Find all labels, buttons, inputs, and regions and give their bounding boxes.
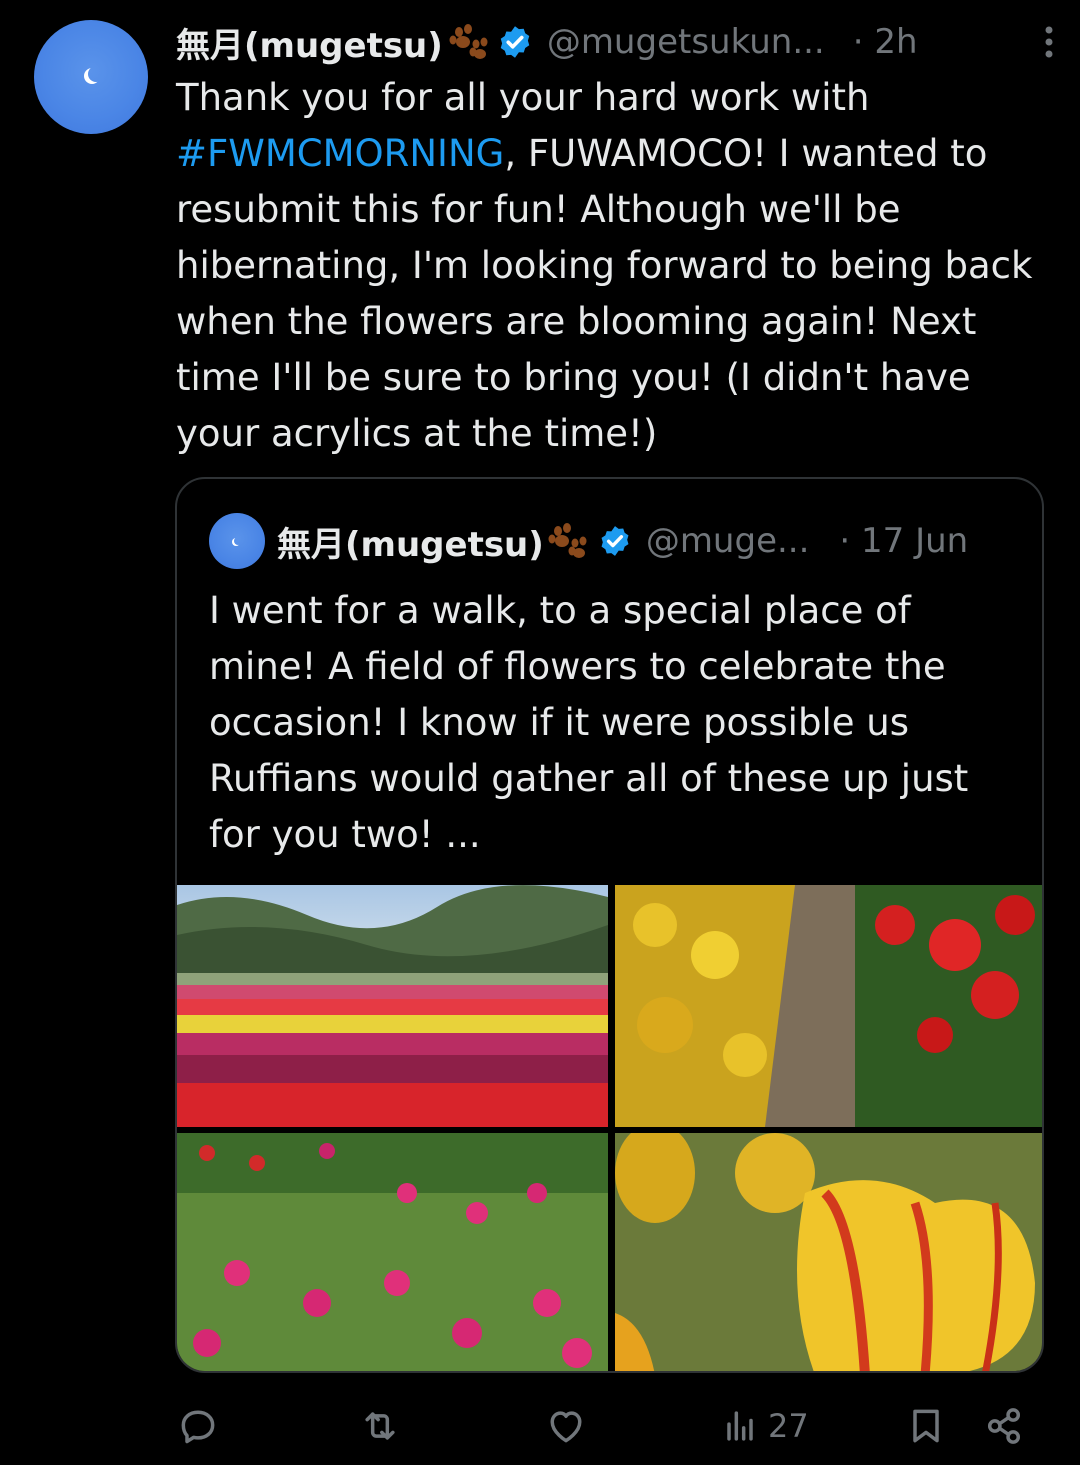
- quote-time: · 17 Jun: [839, 521, 969, 561]
- author-name[interactable]: 無月(mugetsu): [176, 18, 443, 67]
- reply-icon: [181, 1410, 215, 1444]
- paw-emoji-icon: [548, 523, 587, 558]
- quote-author-name: 無月(mugetsu): [277, 524, 544, 565]
- bookmark-icon: [913, 1409, 939, 1443]
- yellow-red-tulips-photo[interactable]: [615, 885, 1044, 1127]
- moon-icon: [234, 537, 242, 545]
- verified-badge-icon: [500, 26, 530, 58]
- tulip-field-landscape-photo[interactable]: [177, 885, 608, 1127]
- more-icon[interactable]: [1042, 24, 1056, 60]
- quote-avatar: [209, 513, 265, 569]
- action-bar: 27: [176, 1398, 1056, 1454]
- quote-text: I went for a walk, to a special place of…: [209, 589, 969, 856]
- paw-emoji-icon: [449, 24, 488, 59]
- quote-author-handle: @muge...: [645, 521, 810, 561]
- bookmark-button[interactable]: [904, 1404, 948, 1448]
- tweet-time[interactable]: · 2h: [853, 22, 918, 62]
- retweet-button[interactable]: [358, 1404, 402, 1448]
- tweet-text-part: Thank you for all your hard work with: [176, 76, 870, 119]
- author-handle[interactable]: @mugetsukun...: [547, 22, 825, 62]
- moon-icon: [88, 66, 104, 82]
- retweet-icon: [365, 1412, 395, 1440]
- quote-header: 無月(mugetsu) @muge... · 17 Jun: [209, 513, 1012, 569]
- tweet-text: Thank you for all your hard work with #F…: [176, 70, 1056, 462]
- tweet-header: 無月(mugetsu) @mugetsukun... · 2h: [176, 18, 1056, 66]
- quoted-tweet[interactable]: 無月(mugetsu) @muge... · 17 Jun I went for…: [175, 477, 1044, 1373]
- views-count: 27: [768, 1407, 809, 1445]
- share-icon: [987, 1408, 1021, 1444]
- share-button[interactable]: [982, 1404, 1026, 1448]
- tulip-closeup-photo[interactable]: [615, 1133, 1044, 1373]
- media-grid: [177, 885, 1044, 1373]
- hashtag-link[interactable]: #FWMCMORNING: [176, 132, 504, 175]
- views-icon: [727, 1411, 753, 1441]
- pink-tulips-photo[interactable]: [177, 1133, 608, 1373]
- verified-badge-icon: [601, 526, 629, 556]
- like-icon: [550, 1411, 582, 1443]
- reply-button[interactable]: [176, 1404, 220, 1448]
- tweet-text-part: , FUWAMOCO! I wanted to resubmit this fo…: [176, 132, 1033, 455]
- like-button[interactable]: [544, 1404, 588, 1448]
- views-button[interactable]: 27: [718, 1404, 809, 1448]
